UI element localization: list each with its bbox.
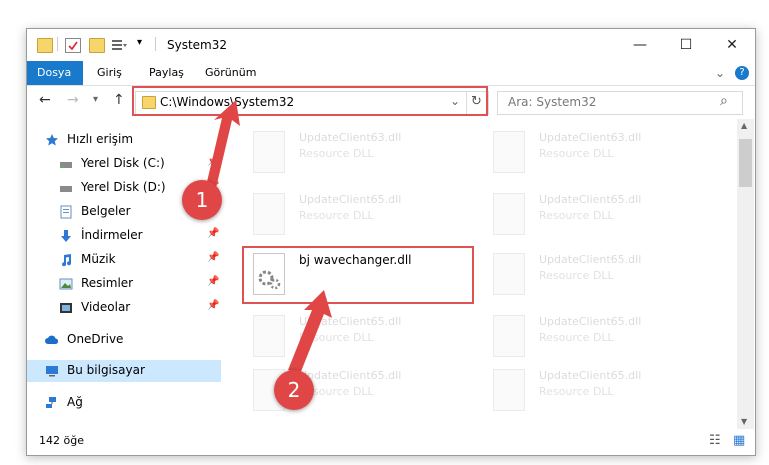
arrow-2 (288, 290, 332, 374)
step-marker-1: 1 (182, 180, 222, 220)
annotation-arrows (206, 100, 332, 374)
arrow-1 (206, 100, 240, 188)
step-marker-2: 2 (274, 370, 314, 410)
